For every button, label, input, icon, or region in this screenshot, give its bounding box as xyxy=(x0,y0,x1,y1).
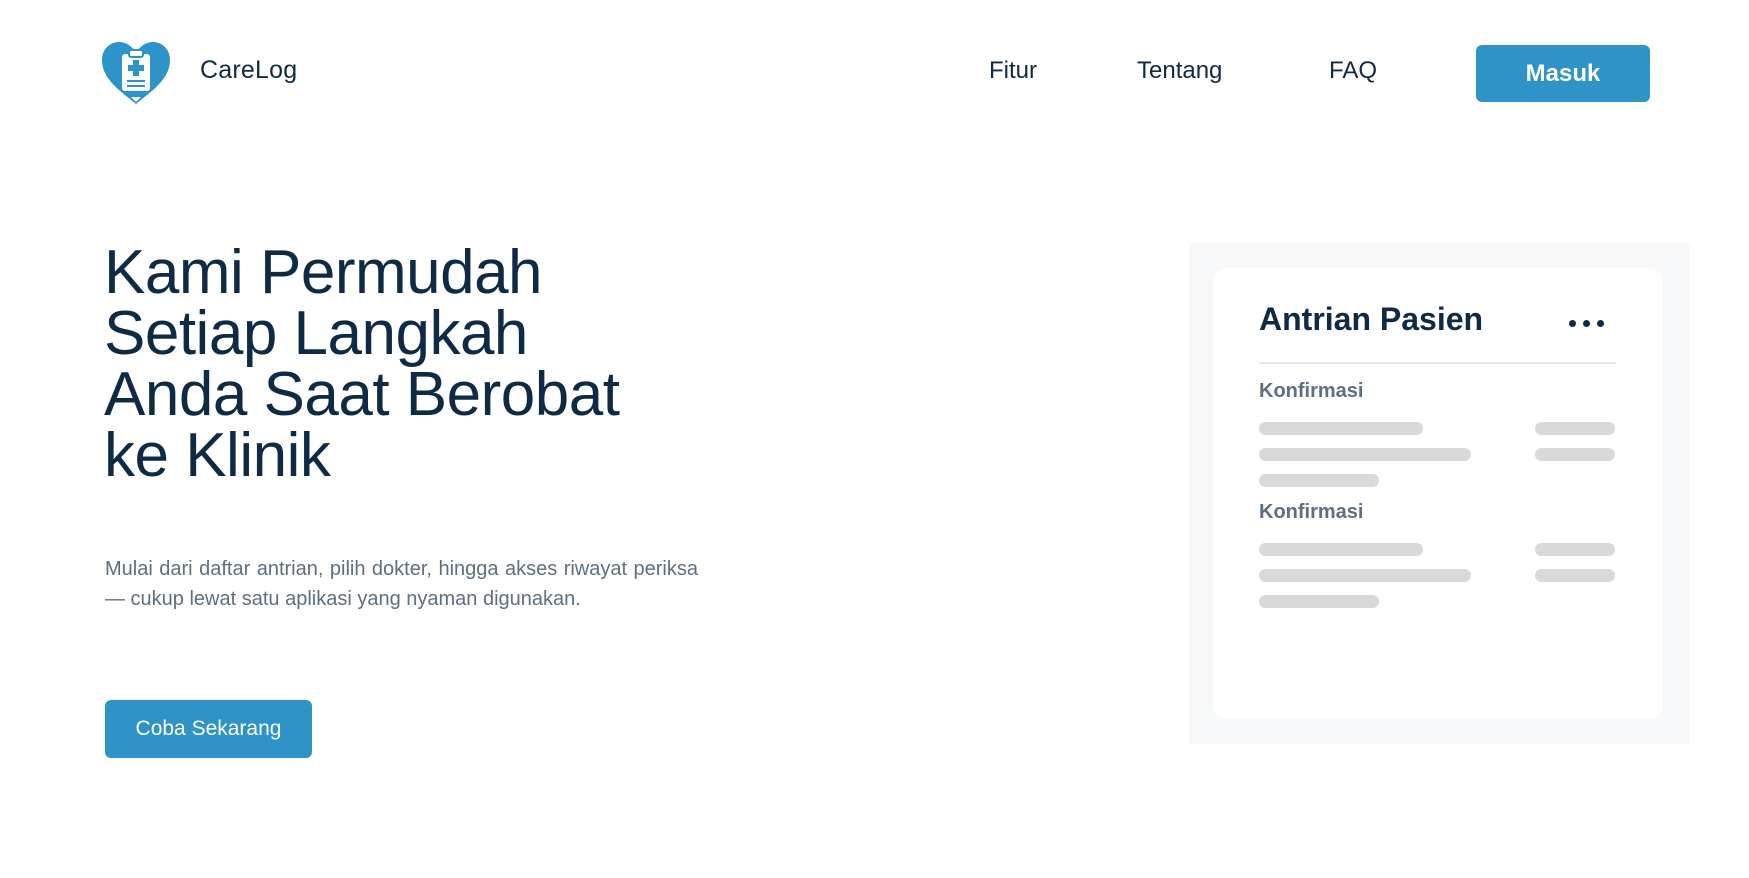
dot xyxy=(1597,320,1604,327)
hero-title-line: Kami Permudah xyxy=(104,238,543,307)
dot xyxy=(1569,320,1576,327)
hero-title-line: ke Klinik xyxy=(104,421,331,490)
skeleton-line xyxy=(1259,595,1379,608)
hero-title-line: Anda Saat Berobat xyxy=(104,360,620,429)
brand-name[interactable]: CareLog xyxy=(200,56,297,85)
try-now-button[interactable]: Coba Sekarang xyxy=(105,700,312,758)
card-title: Antrian Pasien xyxy=(1259,301,1484,337)
hero-title-line: Setiap Langkah xyxy=(104,299,528,368)
app-preview-panel: Antrian Pasien Konfirmasi Konfirmasi xyxy=(1189,243,1690,744)
section-label: Konfirmasi xyxy=(1259,501,1364,523)
nav-link-faq[interactable]: FAQ xyxy=(1329,57,1377,85)
hero-description: Mulai dari daftar antrian, pilih dokter,… xyxy=(105,558,698,610)
navbar: CareLog Fitur Tentang FAQ Masuk xyxy=(0,0,1749,146)
dot xyxy=(1583,320,1590,327)
hero-title: Kami Permudah Setiap Langkah Anda Saat B… xyxy=(104,238,744,490)
skeleton-line xyxy=(1535,543,1615,556)
more-horizontal-icon[interactable] xyxy=(1569,319,1605,329)
skeleton-line xyxy=(1259,569,1471,582)
nav-link-fitur[interactable]: Fitur xyxy=(989,57,1037,85)
skeleton-line xyxy=(1259,474,1379,487)
login-button[interactable]: Masuk xyxy=(1476,45,1650,102)
skeleton-line xyxy=(1535,422,1615,435)
skeleton-line xyxy=(1535,569,1615,582)
landing-page: CareLog Fitur Tentang FAQ Masuk Kami Per… xyxy=(0,0,1749,878)
carelog-logo-icon[interactable] xyxy=(100,40,172,108)
skeleton-line xyxy=(1259,448,1471,461)
skeleton-line xyxy=(1535,448,1615,461)
queue-card: Antrian Pasien Konfirmasi Konfirmasi xyxy=(1213,268,1663,719)
section-label: Konfirmasi xyxy=(1259,380,1364,402)
skeleton-line xyxy=(1259,543,1423,556)
card-divider xyxy=(1259,362,1616,364)
nav-link-tentang[interactable]: Tentang xyxy=(1137,57,1222,85)
skeleton-line xyxy=(1259,422,1423,435)
